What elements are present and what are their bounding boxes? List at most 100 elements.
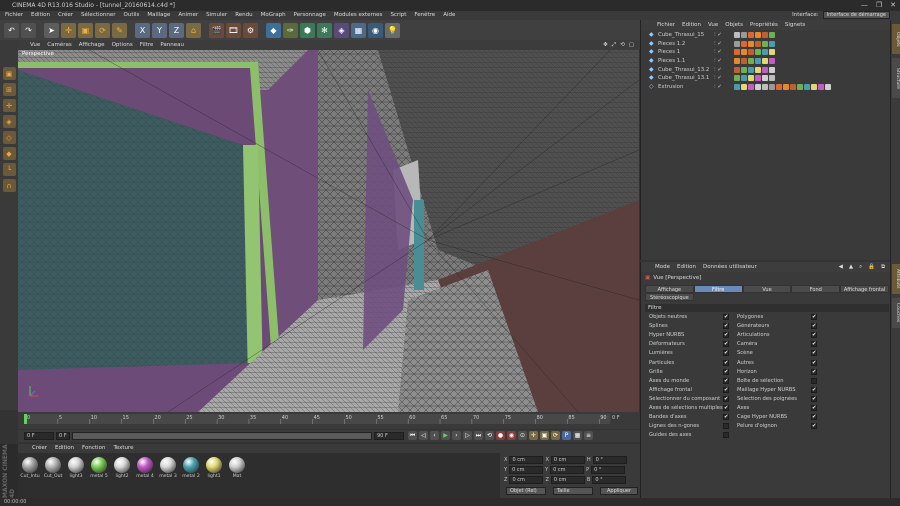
material-menu-creer[interactable]: Créer <box>32 444 47 453</box>
menu-aide[interactable]: Aide <box>443 11 455 20</box>
material-tag-icon[interactable] <box>734 83 740 90</box>
filter-checkbox[interactable]: ✔ <box>811 332 817 339</box>
material-item[interactable]: light2 <box>113 457 131 498</box>
key-scale-icon[interactable]: ▣ <box>540 431 549 440</box>
texture-mode-icon[interactable]: ⊞ <box>2 83 16 96</box>
minimize-button[interactable]: — <box>861 1 868 10</box>
coord-size-y-field[interactable]: 0 cm <box>550 466 585 474</box>
material-tag-icon[interactable] <box>748 49 754 56</box>
menu-modules-externes[interactable]: Modules externes <box>334 11 383 20</box>
min-frame-field[interactable]: 0 F <box>56 432 70 440</box>
material-tag-icon[interactable] <box>790 83 796 90</box>
material-tag-icon[interactable] <box>762 66 768 73</box>
coordinate-system-icon[interactable]: ⌂ <box>186 22 201 38</box>
material-item[interactable]: light1 <box>205 457 223 498</box>
object-tags[interactable] <box>734 83 831 90</box>
keyframe-selection-icon[interactable]: ⊙ <box>518 431 527 440</box>
timeline-ruler[interactable]: 0 5 10 15 20 25 30 35 40 45 50 55 60 65 70 75 80 85 90 <box>24 414 610 424</box>
up-arrow-icon[interactable]: ▲ <box>849 262 853 272</box>
object-row[interactable]: ◆ Cube_Thrasui_15 ⁝ ✔ <box>641 31 891 40</box>
menu-animer[interactable]: Animer <box>178 11 198 20</box>
material-tag-icon[interactable] <box>748 40 754 47</box>
material-tag-icon[interactable] <box>755 83 761 90</box>
material-tag-icon[interactable] <box>741 32 747 39</box>
object-menu-edition[interactable]: Edition <box>682 20 701 30</box>
material-tag-icon[interactable] <box>748 66 754 73</box>
material-tag-icon[interactable] <box>755 32 761 39</box>
coord-pos-z-field[interactable]: 0 cm <box>509 476 544 484</box>
workplane-icon[interactable]: └ <box>2 163 16 176</box>
menu-simuler[interactable]: Simuler <box>206 11 227 20</box>
filter-checkbox[interactable]: ✔ <box>723 377 729 384</box>
zoom-view-icon[interactable]: ⤢ <box>612 40 616 50</box>
previous-frame-icon[interactable]: ‹ <box>430 431 439 440</box>
material-tag-icon[interactable] <box>797 83 803 90</box>
object-tags[interactable] <box>734 66 775 73</box>
filter-checkbox[interactable]: ✔ <box>723 332 729 339</box>
material-tag-icon[interactable] <box>755 40 761 47</box>
object-tags[interactable] <box>734 75 775 82</box>
z-axis-button[interactable]: Z <box>169 22 184 38</box>
deformer-icon[interactable]: ◈ <box>334 22 349 38</box>
material-tag-icon[interactable] <box>769 75 775 82</box>
x-axis-button[interactable]: X <box>135 22 150 38</box>
coord-rot-h-field[interactable]: 0 ° <box>592 456 627 464</box>
filter-checkbox[interactable]: ✔ <box>723 414 729 421</box>
visibility-flags[interactable]: ⁝ ✔ <box>714 67 734 73</box>
material-tag-icon[interactable] <box>755 58 761 65</box>
filter-checkbox[interactable]: ✔ <box>811 323 817 330</box>
menu-creer[interactable]: Créer <box>58 11 73 20</box>
menu-outils[interactable]: Outils <box>124 11 140 20</box>
material-tag-icon[interactable] <box>818 83 824 90</box>
key-parameter-icon[interactable]: P <box>562 431 571 440</box>
visibility-flags[interactable]: ⁝ ✔ <box>714 58 734 64</box>
material-tag-icon[interactable] <box>804 83 810 90</box>
menu-personnage[interactable]: Personnage <box>294 11 326 20</box>
render-picture-viewer-icon[interactable]: 🎞 <box>226 22 241 38</box>
search-icon[interactable]: ⌕ <box>859 262 862 272</box>
maximize-button[interactable]: ❐ <box>876 1 882 10</box>
points-mode-icon[interactable]: ◈ <box>2 115 16 128</box>
side-tab-structure[interactable]: Structure <box>892 58 900 98</box>
material-tag-icon[interactable] <box>755 75 761 82</box>
pen-spline-icon[interactable]: ✑ <box>283 22 298 38</box>
redo-icon[interactable]: ↷ <box>21 22 36 38</box>
menu-fenetre[interactable]: Fenêtre <box>414 11 435 20</box>
filter-checkbox[interactable]: ✔ <box>723 368 729 375</box>
visibility-flags[interactable]: ⁝ ✔ <box>714 75 734 81</box>
frame-range-slider[interactable] <box>72 432 372 440</box>
filter-checkbox[interactable]: ✔ <box>811 341 817 348</box>
record-icon[interactable]: ● <box>496 431 505 440</box>
material-tag-icon[interactable] <box>769 58 775 65</box>
material-tag-icon[interactable] <box>741 58 747 65</box>
tab-fond[interactable]: Fond <box>791 285 841 293</box>
filter-checkbox[interactable]: ✔ <box>811 414 817 421</box>
go-to-start-icon[interactable]: ⏮ <box>408 431 417 440</box>
material-tag-icon[interactable] <box>811 83 817 90</box>
material-tag-icon[interactable] <box>769 49 775 56</box>
attribute-menu-edition[interactable]: Edition <box>677 262 696 272</box>
playhead-marker[interactable] <box>24 414 27 424</box>
coord-pos-y-field[interactable]: 0 cm <box>509 466 544 474</box>
material-item[interactable]: metal 2 <box>182 457 200 498</box>
material-tag-icon[interactable] <box>755 66 761 73</box>
menu-mograph[interactable]: MoGraph <box>261 11 286 20</box>
filter-checkbox[interactable]: ✔ <box>811 368 817 375</box>
material-tag-icon[interactable] <box>748 75 754 82</box>
light-icon[interactable]: 💡 <box>385 22 400 38</box>
material-tag-icon[interactable] <box>762 32 768 39</box>
filter-checkbox[interactable]: ✔ <box>811 314 817 320</box>
material-item[interactable]: Cut_Intu <box>20 457 40 498</box>
edges-mode-icon[interactable]: ◇ <box>2 131 16 144</box>
object-menu-signets[interactable]: Signets <box>785 20 805 30</box>
render-settings-icon[interactable]: ⚙ <box>243 22 258 38</box>
filter-checkbox[interactable]: ✔ <box>723 405 729 411</box>
menu-rendu[interactable]: Rendu <box>235 11 252 20</box>
filter-checkbox[interactable]: ✔ <box>723 314 729 320</box>
object-menu-objets[interactable]: Objets <box>725 20 743 30</box>
object-menu-fichier[interactable]: Fichier <box>657 20 675 30</box>
material-tag-icon[interactable] <box>748 32 754 39</box>
material-item[interactable]: metal 4 <box>136 457 154 498</box>
camera-icon[interactable]: ◉ <box>368 22 383 38</box>
attribute-menu-donnees-utilisateur[interactable]: Données utilisateur <box>703 262 757 272</box>
